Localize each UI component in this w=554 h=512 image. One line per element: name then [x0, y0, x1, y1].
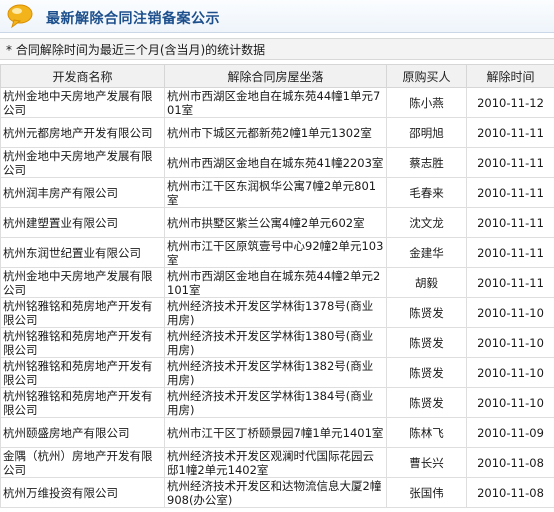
- column-header-buyer: 原购买人: [386, 64, 467, 88]
- address-cell: 杭州经济技术开发区学林街1380号(商业用房): [164, 327, 387, 358]
- address-cell: 杭州经济技术开发区观澜时代国际花园云邸1幢2单元1402室: [164, 447, 387, 478]
- buyer-cell: 沈文龙: [386, 207, 467, 238]
- buyer-cell: 陈贤发: [386, 387, 467, 418]
- address-cell: 杭州市下城区元都新苑2幢1单元1302室: [164, 117, 387, 148]
- address-cell: 杭州市江干区原筑壹号中心92幢2单元103室: [164, 237, 387, 268]
- column-header-developer: 开发商名称: [0, 64, 165, 88]
- buyer-cell: 陈林飞: [386, 417, 467, 448]
- address-cell: 杭州市江干区东润枫华公寓7幢2单元801室: [164, 177, 387, 208]
- table-row: 杭州润丰房产有限公司 杭州市江干区东润枫华公寓7幢2单元801室 毛春来 2010-1…: [0, 177, 554, 208]
- developer-cell: 杭州润丰房产有限公司: [0, 177, 165, 208]
- developer-cell: 杭州铭雅铭和苑房地产开发有限公司: [0, 357, 165, 388]
- developer-cell: 杭州万维投资有限公司: [0, 477, 165, 508]
- developer-cell: 杭州东润世纪置业有限公司: [0, 237, 165, 268]
- buyer-cell: 陈贤发: [386, 297, 467, 328]
- date-cell: 2010-11-10: [466, 327, 554, 358]
- date-cell: 2010-11-11: [466, 207, 554, 238]
- date-cell: 2010-11-11: [466, 117, 554, 148]
- date-cell: 2010-11-10: [466, 387, 554, 418]
- table-header-row: 开发商名称 解除合同房屋坐落 原购买人 解除时间: [0, 64, 554, 88]
- address-cell: 杭州市江干区丁桥颐景园7幢1单元1401室: [164, 417, 387, 448]
- buyer-cell: 毛春来: [386, 177, 467, 208]
- developer-cell: 杭州铭雅铭和苑房地产开发有限公司: [0, 327, 165, 358]
- column-header-address: 解除合同房屋坐落: [164, 64, 387, 88]
- buyer-cell: 张国伟: [386, 477, 467, 508]
- developer-cell: 杭州颐盛房地产有限公司: [0, 417, 165, 448]
- developer-cell: 杭州铭雅铭和苑房地产开发有限公司: [0, 387, 165, 418]
- table-row: 金隅（杭州）房地产开发有限公司 杭州经济技术开发区观澜时代国际花园云邸1幢2单元1…: [0, 447, 554, 478]
- developer-cell: 金隅（杭州）房地产开发有限公司: [0, 447, 165, 478]
- buyer-cell: 陈贤发: [386, 357, 467, 388]
- table-row: 杭州元都房地产开发有限公司 杭州市下城区元都新苑2幢1单元1302室 邵明旭 2010…: [0, 117, 554, 148]
- table-row: 杭州铭雅铭和苑房地产开发有限公司 杭州经济技术开发区学林街1378号(商业用房) 陈…: [0, 297, 554, 328]
- address-cell: 杭州经济技术开发区学林街1382号(商业用房): [164, 357, 387, 388]
- date-cell: 2010-11-11: [466, 177, 554, 208]
- date-cell: 2010-11-10: [466, 357, 554, 388]
- table-row: 杭州金地中天房地产发展有限公司 杭州市西湖区金地自在城东苑41幢2203室 蔡志胜 2…: [0, 147, 554, 178]
- table-row: 杭州万维投资有限公司 杭州经济技术开发区和达物流信息大厦2幢908(办公室) 张国伟…: [0, 477, 554, 508]
- developer-cell: 杭州元都房地产开发有限公司: [0, 117, 165, 148]
- developer-cell: 杭州金地中天房地产发展有限公司: [0, 267, 165, 298]
- page-title: 最新解除合同注销备案公示: [46, 11, 220, 27]
- buyer-cell: 蔡志胜: [386, 147, 467, 178]
- date-cell: 2010-11-11: [466, 147, 554, 178]
- buyer-cell: 陈贤发: [386, 327, 467, 358]
- table-row: 杭州金地中天房地产发展有限公司 杭州市西湖区金地自在城东苑44幢2单元2101室胡…: [0, 267, 554, 298]
- table-row: 杭州东润世纪置业有限公司 杭州市江干区原筑壹号中心92幢2单元103室 金建华 201…: [0, 237, 554, 268]
- address-cell: 杭州市西湖区金地自在城东苑44幢1单元701室: [164, 87, 387, 118]
- table-row: 杭州铭雅铭和苑房地产开发有限公司 杭州经济技术开发区学林街1384号(商业用房) 陈…: [0, 387, 554, 418]
- contract-cancellation-table: 开发商名称 解除合同房屋坐落 原购买人 解除时间 杭州金地中天房地产发展有限公司…: [0, 64, 554, 508]
- developer-cell: 杭州建塑置业有限公司: [0, 207, 165, 238]
- address-cell: 杭州经济技术开发区学林街1384号(商业用房): [164, 387, 387, 418]
- date-cell: 2010-11-08: [466, 447, 554, 478]
- date-cell: 2010-11-12: [466, 87, 554, 118]
- buyer-cell: 邵明旭: [386, 117, 467, 148]
- table-row: 杭州铭雅铭和苑房地产开发有限公司 杭州经济技术开发区学林街1380号(商业用房) 陈…: [0, 327, 554, 358]
- address-cell: 杭州经济技术开发区和达物流信息大厦2幢908(办公室): [164, 477, 387, 508]
- table-row: 杭州金地中天房地产发展有限公司 杭州市西湖区金地自在城东苑44幢1单元701室 陈小…: [0, 87, 554, 118]
- page-header: 最新解除合同注销备案公示: [0, 0, 554, 33]
- table-row: 杭州建塑置业有限公司 杭州市拱墅区紫兰公寓4幢2单元602室 沈文龙 2010-11-…: [0, 207, 554, 238]
- developer-cell: 杭州铭雅铭和苑房地产开发有限公司: [0, 297, 165, 328]
- address-cell: 杭州市西湖区金地自在城东苑41幢2203室: [164, 147, 387, 178]
- speech-bubble-icon: [7, 4, 33, 29]
- buyer-cell: 金建华: [386, 237, 467, 268]
- table-row: 杭州铭雅铭和苑房地产开发有限公司 杭州经济技术开发区学林街1382号(商业用房) 陈…: [0, 357, 554, 388]
- date-cell: 2010-11-10: [466, 297, 554, 328]
- buyer-cell: 陈小燕: [386, 87, 467, 118]
- stats-note: * 合同解除时间为最近三个月(含当月)的统计数据: [0, 38, 554, 60]
- buyer-cell: 曹长兴: [386, 447, 467, 478]
- address-cell: 杭州市拱墅区紫兰公寓4幢2单元602室: [164, 207, 387, 238]
- column-header-date: 解除时间: [466, 64, 554, 88]
- date-cell: 2010-11-11: [466, 237, 554, 268]
- address-cell: 杭州经济技术开发区学林街1378号(商业用房): [164, 297, 387, 328]
- address-cell: 杭州市西湖区金地自在城东苑44幢2单元2101室: [164, 267, 387, 298]
- date-cell: 2010-11-11: [466, 267, 554, 298]
- date-cell: 2010-11-09: [466, 417, 554, 448]
- buyer-cell: 胡毅: [386, 267, 467, 298]
- developer-cell: 杭州金地中天房地产发展有限公司: [0, 87, 165, 118]
- developer-cell: 杭州金地中天房地产发展有限公司: [0, 147, 165, 178]
- table-row: 杭州颐盛房地产有限公司 杭州市江干区丁桥颐景园7幢1单元1401室 陈林飞 2010-…: [0, 417, 554, 448]
- date-cell: 2010-11-08: [466, 477, 554, 508]
